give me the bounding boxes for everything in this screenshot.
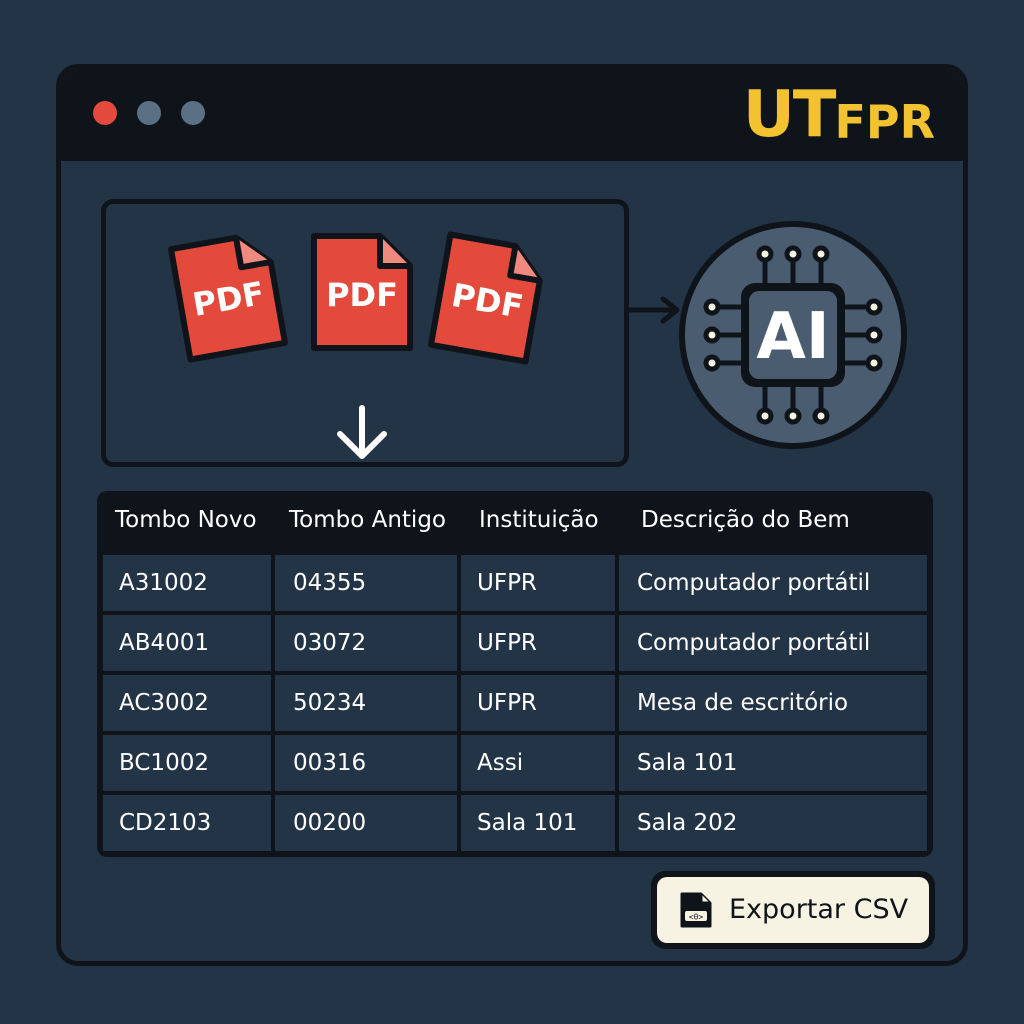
export-csv-label: Exportar CSV [729,894,909,925]
table-cell: 03072 [275,615,457,671]
column-header[interactable]: Descrição do Bem [641,507,850,533]
table-cell: Computador portátil [619,615,927,671]
ai-label: AI [756,300,830,374]
column-header[interactable]: Tombo Novo [115,507,257,533]
brand-logo: UT FPR [742,78,935,152]
arrow-right-icon [627,296,680,324]
export-csv-button[interactable]: <0> Exportar CSV [651,871,935,949]
table-cell: Computador portátil [619,555,927,611]
app-window: UT FPR PDF PDF PDF AI Tombo Novo Tombo A… [56,64,968,966]
minimize-window-button[interactable] [137,101,161,125]
export-csv-button-face[interactable]: <0> Exportar CSV [657,877,929,943]
table-row[interactable]: BC1002 00316 Assi Sala 101 [103,735,927,791]
csv-file-icon: <0> [680,892,712,928]
maximize-window-button[interactable] [181,101,205,125]
pdf-file-icon: PDF [424,228,552,369]
table-header: Tombo Novo Tombo Antigo Instituição Desc… [97,491,933,553]
title-bar: UT FPR [61,69,963,161]
down-arrow-icon [337,405,387,459]
table-cell: AC3002 [103,675,271,731]
table-row[interactable]: CD2103 00200 Sala 101 Sala 202 [103,795,927,851]
table-cell: Sala 101 [619,735,927,791]
assets-table: Tombo Novo Tombo Antigo Instituição Desc… [97,491,933,857]
table-cell: 50234 [275,675,457,731]
ai-processor: AI [679,221,907,449]
table-cell: 00316 [275,735,457,791]
table-cell: 04355 [275,555,457,611]
table-cell: AB4001 [103,615,271,671]
pdf-upload-area[interactable]: PDF PDF PDF [101,199,629,467]
svg-text:<0>: <0> [689,913,704,922]
table-cell: UFPR [461,615,615,671]
table-cell: Mesa de escritório [619,675,927,731]
pdf-file-label: PDF [326,276,398,314]
table-cell: UFPR [461,555,615,611]
table-cell: UFPR [461,675,615,731]
close-window-button[interactable] [93,101,117,125]
table-cell: CD2103 [103,795,271,851]
table-cell: A31002 [103,555,271,611]
column-header[interactable]: Tombo Antigo [289,507,446,533]
table-cell: Sala 202 [619,795,927,851]
table-row[interactable]: A31002 04355 UFPR Computador portátil [103,555,927,611]
table-cell: BC1002 [103,735,271,791]
table-row[interactable]: AB4001 03072 UFPR Computador portátil [103,615,927,671]
table-cell: 00200 [275,795,457,851]
table-row[interactable]: AC3002 50234 UFPR Mesa de escritório [103,675,927,731]
column-header[interactable]: Instituição [479,507,599,533]
table-cell: Sala 101 [461,795,615,851]
pdf-file-icon: PDF [308,230,416,354]
table-cell: Assi [461,735,615,791]
pdf-file-icon: PDF [164,226,292,367]
